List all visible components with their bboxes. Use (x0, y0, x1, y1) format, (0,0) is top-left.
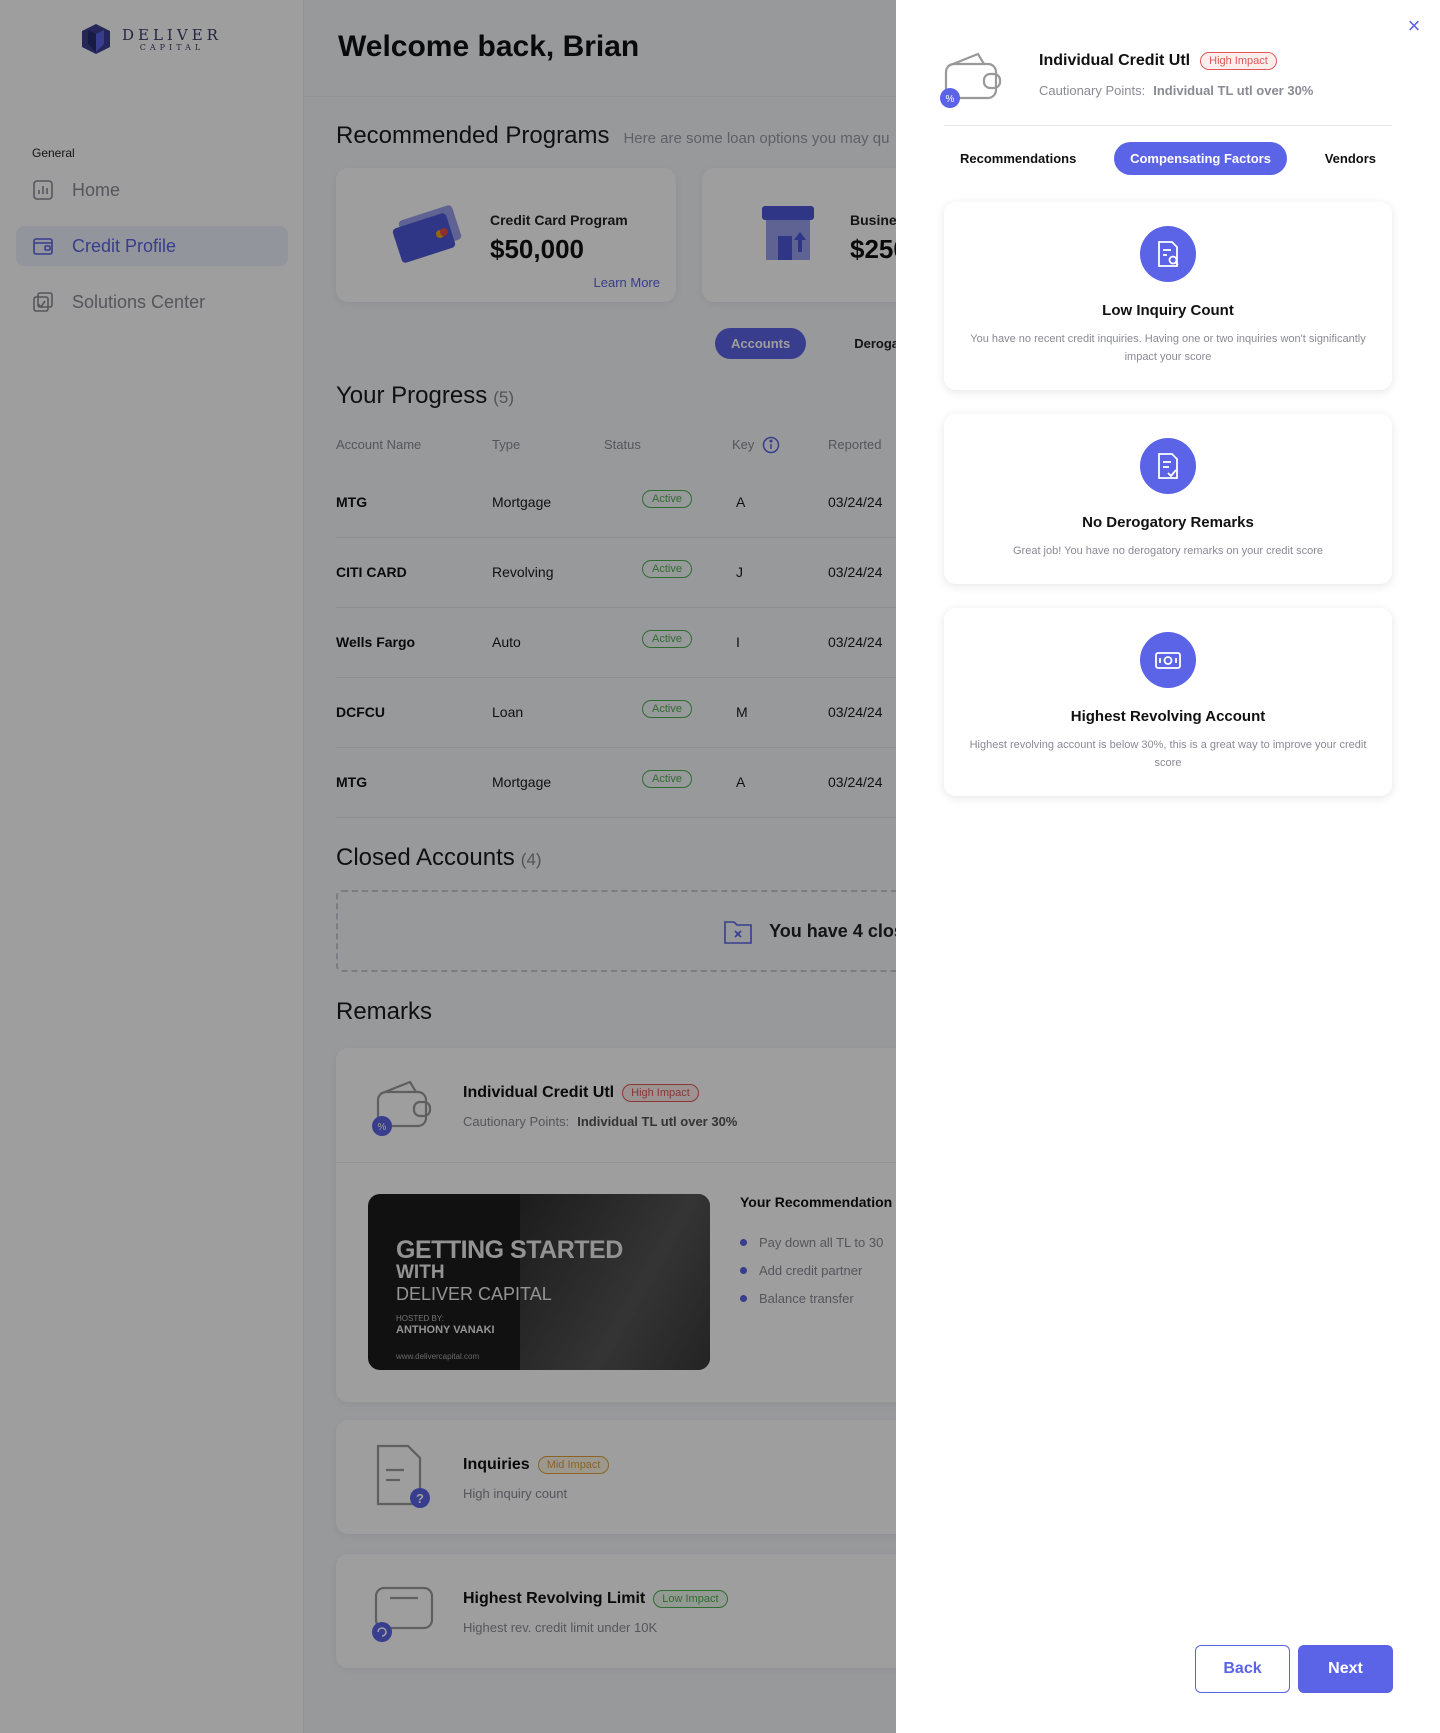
svg-text:%: % (946, 94, 955, 105)
factor-card: Highest Revolving Account Highest revolv… (944, 608, 1392, 796)
tab-recommendations[interactable]: Recommendations (944, 142, 1092, 175)
factor-title: No Derogatory Remarks (1082, 514, 1254, 531)
factor-title: Highest Revolving Account (1070, 708, 1266, 725)
tab-compensating-factors[interactable]: Compensating Factors (1114, 142, 1287, 175)
money-bill-icon (1140, 632, 1196, 688)
document-check-icon (1140, 438, 1196, 494)
drawer-sub-value: Individual TL utl over 30% (1153, 83, 1314, 98)
divider (944, 125, 1392, 126)
factor-card: Low Inquiry Count You have no recent cre… (944, 202, 1392, 390)
wallet-percent-icon: % (940, 52, 1002, 108)
close-icon[interactable]: × (1404, 15, 1424, 37)
drawer-tabs: Recommendations Compensating Factors Ven… (944, 142, 1392, 175)
next-button[interactable]: Next (1298, 1645, 1393, 1693)
back-button[interactable]: Back (1195, 1645, 1290, 1693)
drawer-sub-label: Cautionary Points: (1039, 83, 1146, 98)
impact-badge: High Impact (1200, 52, 1277, 70)
remark-detail-drawer: % Individual Credit Utl High Impact Cauti… (896, 0, 1440, 1733)
factor-description: Highest revolving account is below 30%, … (969, 739, 1367, 769)
factor-description: Great job! You have no derogatory remark… (1012, 545, 1323, 557)
factor-description: You have no recent credit inquiries. Hav… (970, 333, 1366, 363)
factor-card: No Derogatory Remarks Great job! You hav… (944, 414, 1392, 584)
factor-title: Low Inquiry Count (1102, 302, 1234, 319)
tab-vendors[interactable]: Vendors (1309, 142, 1392, 175)
document-search-icon (1140, 226, 1196, 282)
drawer-title: Individual Credit Utl (1039, 52, 1191, 69)
